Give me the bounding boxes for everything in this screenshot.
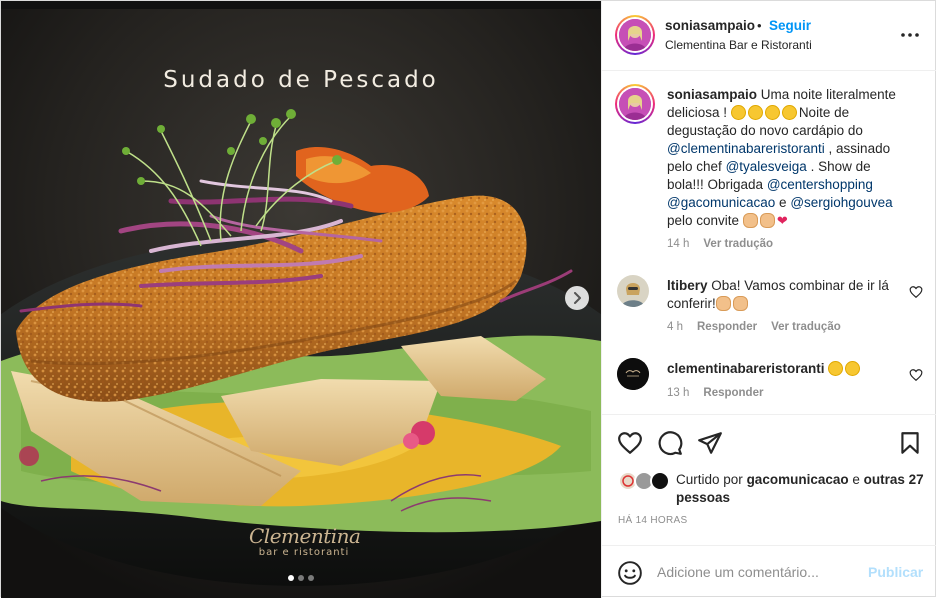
- carousel-indicator: [288, 575, 314, 581]
- comment-composer: Publicar: [602, 546, 936, 598]
- liked-by-prefix: Curtido por: [676, 472, 743, 487]
- publish-button[interactable]: Publicar: [868, 564, 923, 580]
- brand-logo-script: Clementina: [249, 524, 361, 548]
- brand-watermark: Clementina bar e ristoranti: [249, 524, 361, 559]
- mention-link[interactable]: @tyalesveiga: [726, 159, 807, 174]
- more-options-button[interactable]: [898, 23, 922, 47]
- caption-time: 14 h: [667, 238, 690, 250]
- liked-by-summary[interactable]: Curtido por gacomunicacao e outras 27 pe…: [676, 471, 926, 507]
- follow-button[interactable]: Seguir: [769, 18, 811, 33]
- raised-hands-emoji-icon: [715, 296, 731, 311]
- location-link[interactable]: Clementina Bar e Ristoranti: [665, 38, 812, 52]
- fist-bump-emoji-icon: [742, 213, 758, 228]
- author-username[interactable]: soniasampaio: [665, 18, 755, 33]
- yum-face-emoji-icon: [781, 105, 797, 120]
- share-paper-plane-icon[interactable]: [697, 430, 723, 456]
- mention-link[interactable]: @gacomunicacao: [667, 195, 775, 210]
- carousel-dot[interactable]: [298, 575, 304, 581]
- caption-meta: 14 h Ver tradução: [667, 238, 773, 250]
- caption-part: e: [779, 195, 787, 210]
- commenter-username[interactable]: ltibery: [667, 278, 708, 293]
- save-bookmark-icon[interactable]: [897, 430, 923, 456]
- comment-time: 13 h: [667, 387, 690, 399]
- comment-time: 4 h: [667, 321, 683, 333]
- mention-link[interactable]: @clementinabareristoranti: [667, 141, 825, 156]
- chevron-right-icon: [574, 292, 581, 304]
- like-comment-heart-icon[interactable]: [909, 368, 923, 382]
- commenter-avatar[interactable]: [617, 275, 649, 307]
- comments-list: soniasampaio Uma noite literalmente deli…: [602, 72, 936, 415]
- mention-link[interactable]: @sergiohgouvea: [790, 195, 892, 210]
- post-sidebar: soniasampaio • Seguir Clementina Bar e R…: [601, 1, 936, 598]
- like-comment-heart-icon[interactable]: [909, 285, 923, 299]
- post-media[interactable]: Sudado de Pescado Clementina bar e risto…: [1, 1, 601, 598]
- yum-face-emoji-icon: [747, 105, 763, 120]
- comment-input[interactable]: [657, 560, 857, 584]
- yum-face-emoji-icon: [764, 105, 780, 120]
- caption-text: soniasampaio Uma noite literalmente deli…: [667, 86, 907, 230]
- caption-avatar[interactable]: [615, 84, 655, 124]
- brand-logo-subtitle: bar e ristoranti: [258, 547, 350, 558]
- comment-meta: 4 h Responder Ver tradução: [667, 321, 841, 333]
- liked-by-avatars[interactable]: [618, 471, 672, 493]
- fist-bump-emoji-icon: [759, 213, 775, 228]
- post-actions: Curtido por gacomunicacao e outras 27 pe…: [602, 416, 936, 546]
- translate-link[interactable]: Ver tradução: [703, 238, 773, 250]
- liker-avatar: [650, 471, 670, 491]
- profile-photo-icon: [617, 275, 649, 307]
- smiling-face-emoji-icon: [730, 105, 746, 120]
- header-separator: •: [757, 18, 762, 33]
- instagram-post: Sudado de Pescado Clementina bar e risto…: [0, 0, 936, 598]
- comment-bubble-icon[interactable]: [657, 430, 683, 456]
- comment-item: ltibery Oba! Vamos combinar de ir lá con…: [614, 275, 929, 337]
- comment-text: clementinabareristoranti: [667, 360, 907, 378]
- reply-link[interactable]: Responder: [703, 387, 763, 399]
- emoji-picker-icon[interactable]: [617, 560, 643, 586]
- caption-username[interactable]: soniasampaio: [667, 87, 757, 102]
- restaurant-logo-icon: [617, 358, 649, 390]
- post-header: soniasampaio • Seguir Clementina Bar e R…: [602, 1, 936, 71]
- profile-photo-icon: [619, 19, 651, 51]
- translate-link[interactable]: Ver tradução: [771, 321, 841, 333]
- commenter-username[interactable]: clementinabareristoranti: [667, 361, 825, 376]
- liked-by-conj: e: [852, 472, 860, 487]
- clapping-hands-emoji-icon: [732, 296, 748, 311]
- comment-item: clementinabareristoranti 13 h Responder: [614, 358, 929, 403]
- liked-by-user[interactable]: gacomunicacao: [747, 472, 849, 487]
- more-dots-icon: [901, 33, 919, 37]
- post-timestamp[interactable]: HÁ 14 HORAS: [618, 515, 687, 526]
- carousel-next-button[interactable]: [565, 286, 589, 310]
- commenter-avatar[interactable]: [617, 358, 649, 390]
- image-title: Sudado de Pescado: [163, 67, 439, 93]
- carousel-dot[interactable]: [308, 575, 314, 581]
- profile-photo-icon: [619, 88, 651, 120]
- yum-face-emoji-icon: [845, 361, 861, 376]
- carousel-dot[interactable]: [288, 575, 294, 581]
- comment-meta: 13 h Responder: [667, 387, 763, 399]
- caption-part: pelo convite: [667, 213, 740, 228]
- comment-text: ltibery Oba! Vamos combinar de ir lá con…: [667, 277, 907, 313]
- reply-link[interactable]: Responder: [697, 321, 757, 333]
- mention-link[interactable]: @centershopping: [767, 177, 873, 192]
- like-heart-icon[interactable]: [617, 430, 643, 456]
- caption-comment: soniasampaio Uma noite literalmente deli…: [614, 84, 929, 264]
- author-avatar[interactable]: [615, 15, 655, 55]
- smiling-face-emoji-icon: [828, 361, 844, 376]
- heart-emoji-icon: ❤: [776, 213, 788, 228]
